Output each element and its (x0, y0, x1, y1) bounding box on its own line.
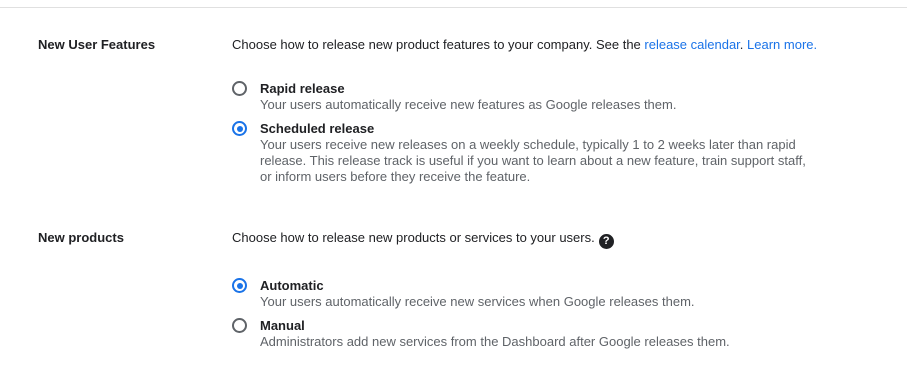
new-user-features-content: Choose how to release new product featur… (232, 36, 887, 185)
new-user-features-description: Choose how to release new product featur… (232, 36, 887, 54)
top-divider (0, 7, 907, 8)
learn-more-link[interactable]: Learn more. (747, 37, 817, 52)
automatic-title: Automatic (260, 278, 324, 293)
help-circle-icon[interactable]: ? (598, 234, 614, 249)
manual-title: Manual (260, 318, 305, 333)
new-products-content: Choose how to release new products or se… (232, 229, 887, 350)
rapid-release-option[interactable]: Rapid release Your users automatically r… (232, 80, 887, 113)
manual-option[interactable]: Manual Administrators add new services f… (232, 317, 887, 350)
manual-radio[interactable] (232, 318, 247, 333)
scheduled-release-description-line-1: Your users receive new releases on a wee… (260, 137, 796, 152)
scheduled-release-description-line-2: release. This release track is useful if… (260, 153, 806, 168)
rapid-release-description: Your users automatically receive new fea… (260, 97, 677, 112)
description-text: Choose how to release new product featur… (232, 37, 645, 52)
automatic-radio[interactable] (232, 278, 247, 293)
separator-text: . (739, 37, 748, 52)
new-products-description: Choose how to release new products or se… (232, 229, 887, 249)
new-user-features-label: New User Features (38, 37, 156, 52)
manual-description: Administrators add new services from the… (260, 334, 730, 349)
scheduled-release-title: Scheduled release (260, 121, 375, 136)
automatic-description: Your users automatically receive new ser… (260, 294, 695, 309)
release-calendar-link[interactable]: release calendar (644, 37, 739, 52)
rapid-release-radio[interactable] (232, 81, 247, 96)
scheduled-release-description-line-3: or inform users before they receive the … (260, 169, 531, 184)
rapid-release-title: Rapid release (260, 81, 345, 96)
settings-page: New User Features Choose how to release … (0, 0, 907, 370)
automatic-option[interactable]: Automatic Your users automatically recei… (232, 277, 887, 310)
new-products-label: New products (38, 230, 124, 245)
new-products-description-text: Choose how to release new products or se… (232, 230, 595, 245)
scheduled-release-option[interactable]: Scheduled release Your users receive new… (232, 120, 887, 185)
scheduled-release-radio[interactable] (232, 121, 247, 136)
